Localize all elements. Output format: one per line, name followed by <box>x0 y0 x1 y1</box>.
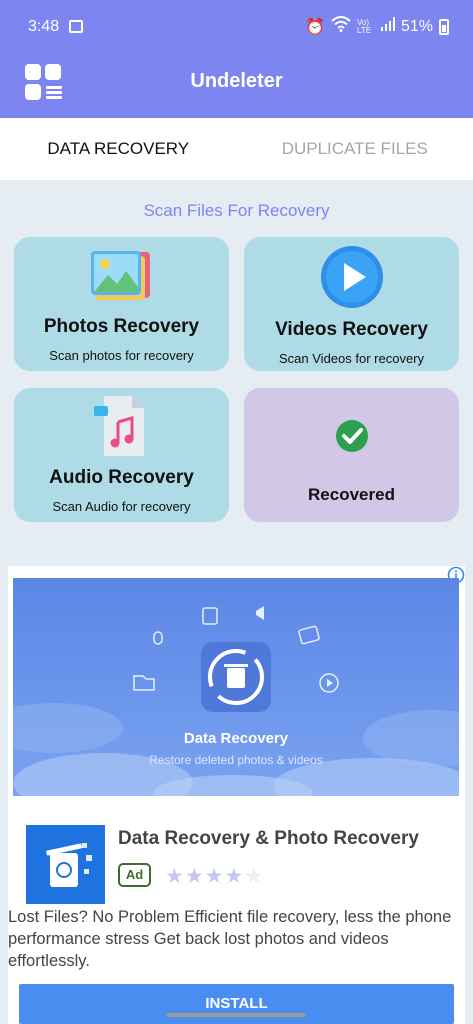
battery-icon <box>439 18 449 35</box>
tab-bar: DATA RECOVERY DUPLICATE FILES <box>0 118 473 180</box>
photo-gallery-icon <box>90 249 154 303</box>
ad-app-icon[interactable] <box>26 825 105 904</box>
star-icon: ★ <box>244 865 265 888</box>
videos-recovery-title: Videos Recovery <box>275 319 428 340</box>
ad-rating-stars: ★★★★★ <box>165 864 264 889</box>
tab-data-recovery[interactable]: DATA RECOVERY <box>0 118 237 180</box>
check-circle-icon <box>335 419 369 453</box>
wifi-icon <box>331 16 351 37</box>
star-icon: ★ <box>184 865 205 888</box>
videos-recovery-card[interactable]: Videos Recovery Scan Videos for recovery <box>244 237 459 371</box>
tab-duplicate-files[interactable]: DUPLICATE FILES <box>237 118 473 180</box>
music-file-icon <box>92 394 152 458</box>
install-button[interactable]: INSTALL <box>19 984 454 1024</box>
photos-recovery-subtitle: Scan photos for recovery <box>49 348 194 363</box>
audio-recovery-title: Audio Recovery <box>49 467 194 488</box>
battery-percent: 51% <box>400 17 433 35</box>
video-play-icon <box>320 245 384 309</box>
ad-description: Lost Files? No Problem Efficient file re… <box>8 908 452 970</box>
app-title: Undeleter <box>190 70 283 92</box>
ad-banner-image[interactable]: Data Recovery Restore deleted photos & v… <box>13 578 459 796</box>
network-type-label: Vo) LTE <box>356 17 372 35</box>
photos-recovery-title: Photos Recovery <box>43 316 200 337</box>
star-icon: ★ <box>204 865 225 888</box>
app-bar: Undeleter <box>0 56 473 118</box>
alarm-icon: ⏰ <box>305 18 325 36</box>
star-icon: ★ <box>224 865 245 888</box>
star-icon: ★ <box>165 865 185 888</box>
gallery-notification-icon <box>69 20 83 33</box>
ad-banner-subtitle: Restore deleted photos & videos <box>149 753 323 767</box>
audio-recovery-card[interactable]: Audio Recovery Scan Audio for recovery <box>14 388 229 522</box>
status-bar: 3:48 ⏰ Vo) LTE 51% <box>0 0 473 56</box>
signal-icon <box>380 17 395 36</box>
ad-banner-title: Data Recovery <box>183 730 289 747</box>
photos-recovery-card[interactable]: Photos Recovery Scan photos for recovery <box>14 237 229 371</box>
recovered-card[interactable]: Recovered <box>244 388 459 522</box>
videos-recovery-subtitle: Scan Videos for recovery <box>279 351 424 366</box>
ad-app-title[interactable]: Data Recovery & Photo Recovery <box>118 828 419 850</box>
ad-badge: Ad <box>118 863 151 887</box>
section-title: Scan Files For Recovery <box>143 201 330 220</box>
ad-container[interactable]: Data Recovery Restore deleted photos & v… <box>8 566 465 1024</box>
recovered-title: Recovered <box>308 485 395 504</box>
audio-recovery-subtitle: Scan Audio for recovery <box>52 499 191 514</box>
status-icons: ⏰ Vo) LTE 51% <box>305 16 449 37</box>
status-time: 3:48 <box>28 18 60 35</box>
home-indicator[interactable] <box>166 1013 306 1017</box>
